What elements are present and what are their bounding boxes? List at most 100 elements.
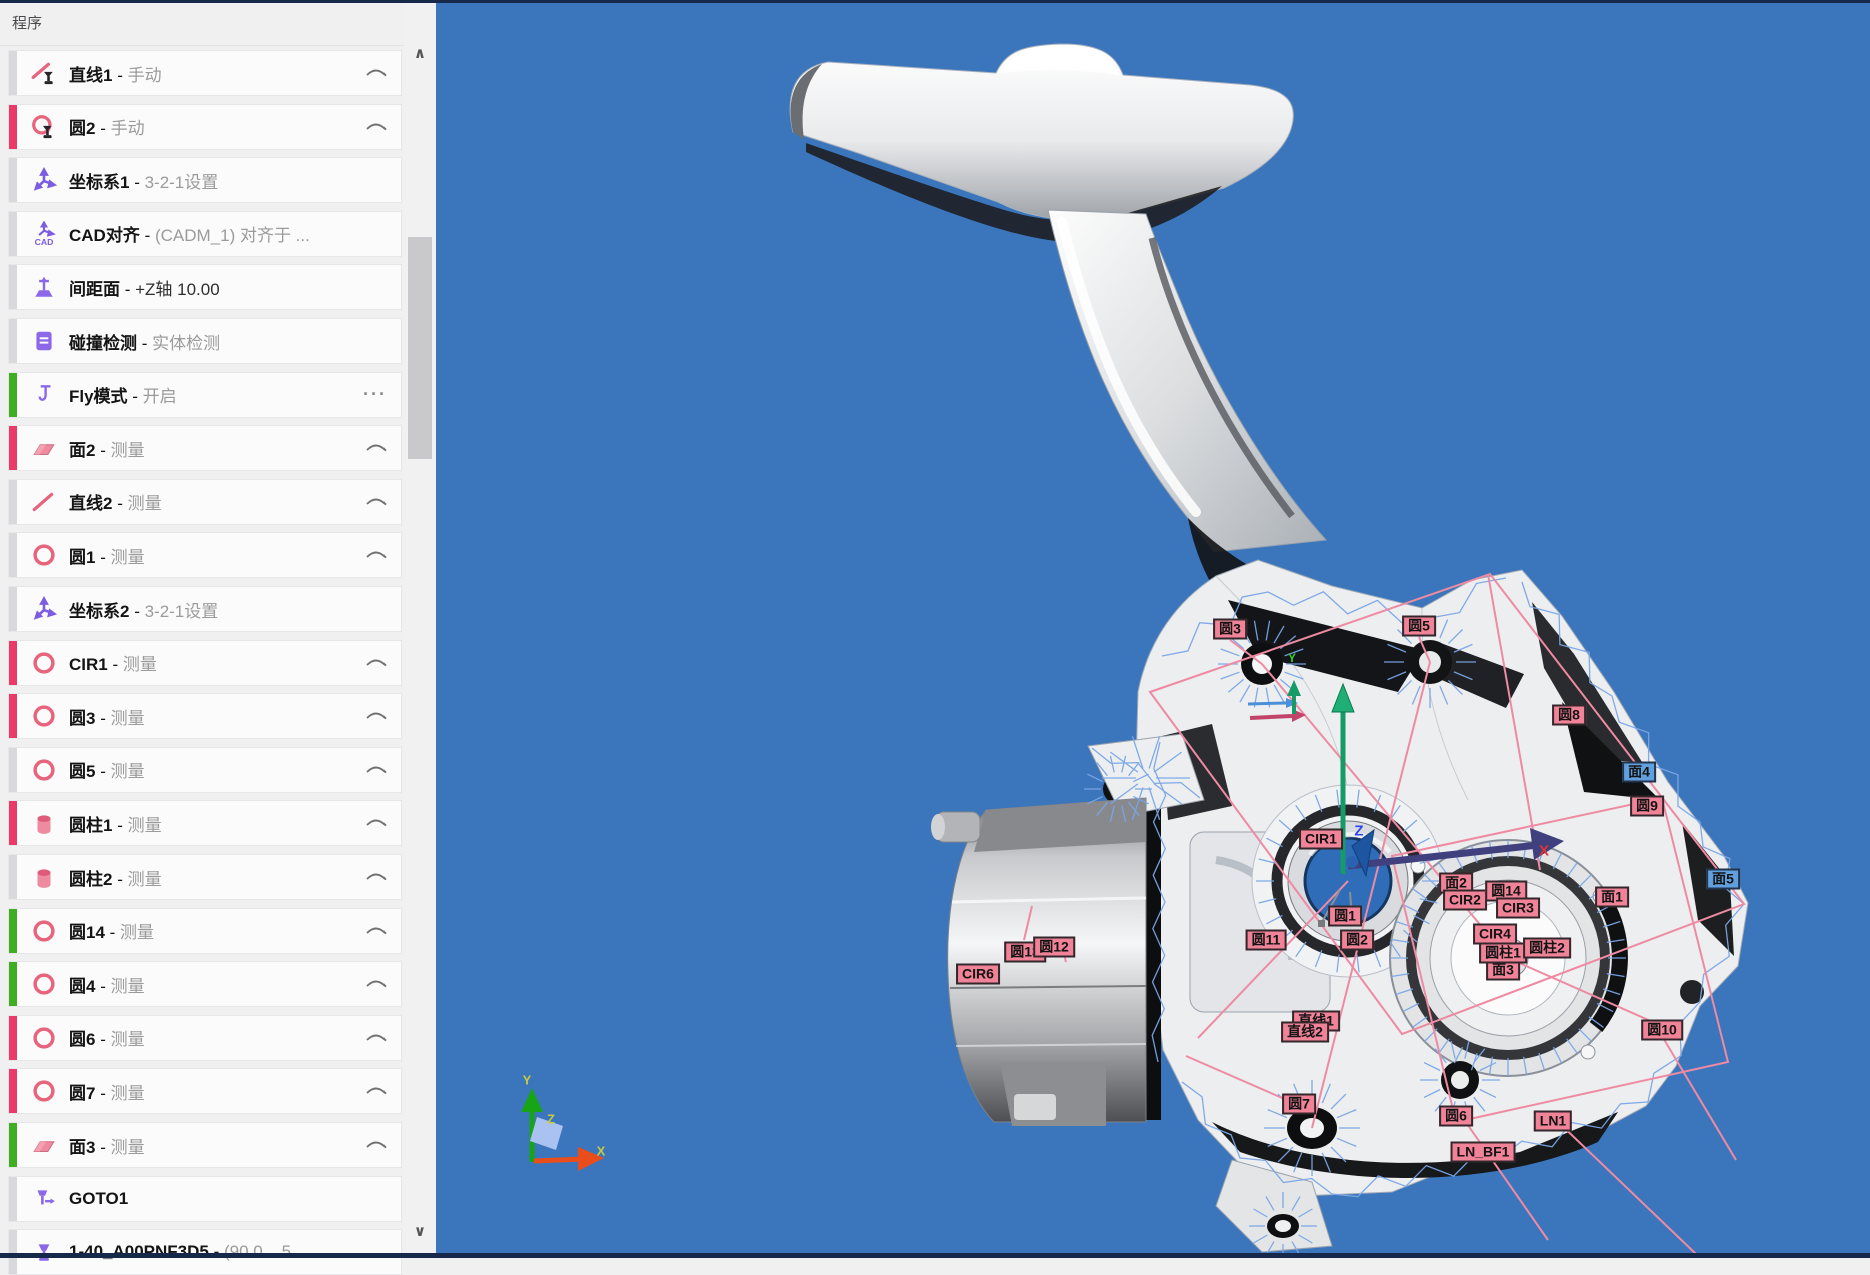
program-step[interactable]: 圆柱1 - 测量 [8, 800, 402, 846]
circle-icon [31, 1078, 57, 1104]
status-accent-bar [9, 373, 17, 417]
feature-label[interactable]: 圆12 [1033, 937, 1075, 958]
program-step[interactable]: Fly模式 - 开启 ··· [8, 372, 402, 418]
scrollbar-thumb[interactable] [408, 237, 432, 459]
program-step[interactable]: 圆14 - 测量 [8, 908, 402, 954]
status-accent-bar [9, 855, 17, 899]
program-step[interactable]: CAD对齐 - (CADM_1) 对齐于 ... [8, 211, 402, 257]
program-step[interactable]: 圆1 - 测量 [8, 532, 402, 578]
status-accent-bar [9, 801, 17, 845]
program-step[interactable]: 间距面 - +Z轴 10.00 [8, 264, 402, 310]
visibility-icon[interactable] [365, 922, 387, 940]
feature-label[interactable]: 圆2 [1340, 930, 1374, 951]
status-accent-bar [9, 1123, 17, 1167]
cylinder-icon [31, 864, 57, 890]
status-accent-bar [9, 587, 17, 631]
program-step[interactable]: CIR1 - 测量 [8, 640, 402, 686]
csys-icon [31, 596, 57, 622]
program-step[interactable]: 坐标系2 - 3-2-1设置 [8, 586, 402, 632]
feature-label[interactable]: 直线2 [1281, 1022, 1329, 1043]
feature-label[interactable]: 面4 [1622, 762, 1656, 783]
scrollbar[interactable]: ∧ ∨ [404, 3, 436, 1253]
status-accent-bar [9, 533, 17, 577]
visibility-icon[interactable] [365, 707, 387, 725]
csys-icon [31, 167, 57, 193]
scroll-up-icon[interactable]: ∧ [404, 39, 436, 69]
visibility-icon[interactable] [365, 868, 387, 886]
visibility-icon[interactable] [365, 64, 387, 82]
visibility-icon[interactable] [365, 1082, 387, 1100]
status-accent-bar [9, 319, 17, 363]
status-accent-bar [9, 426, 17, 470]
feature-label[interactable]: 圆5 [1402, 616, 1436, 637]
window-frame-top [0, 0, 1870, 3]
circle-probe-icon [31, 114, 57, 140]
status-accent-bar [9, 212, 17, 256]
feature-label[interactable]: 圆1 [1328, 906, 1362, 927]
viewport-3d[interactable] [436, 3, 1870, 1253]
visibility-icon[interactable] [365, 118, 387, 136]
program-step[interactable]: 圆7 - 测量 [8, 1068, 402, 1114]
visibility-icon[interactable] [365, 1029, 387, 1047]
program-step[interactable]: 圆2 - 手动 [8, 104, 402, 150]
feature-label[interactable]: 圆7 [1282, 1094, 1316, 1115]
feature-label[interactable]: CIR1 [1299, 829, 1343, 850]
visibility-icon[interactable] [365, 1136, 387, 1154]
status-accent-bar [9, 1016, 17, 1060]
feature-label[interactable]: 圆柱2 [1523, 938, 1571, 959]
feature-label[interactable]: CIR3 [1496, 898, 1540, 919]
status-accent-bar [9, 158, 17, 202]
visibility-icon[interactable] [365, 761, 387, 779]
feature-label[interactable]: 圆6 [1439, 1106, 1473, 1127]
feature-label[interactable]: 圆9 [1630, 796, 1664, 817]
program-step[interactable]: 圆6 - 测量 [8, 1015, 402, 1061]
circle-icon [31, 971, 57, 997]
goto-icon [31, 1186, 57, 1212]
feature-label[interactable]: 圆10 [1641, 1020, 1683, 1041]
program-step[interactable]: GOTO1 [8, 1176, 402, 1222]
program-step[interactable]: 直线1 - 手动 [8, 50, 402, 96]
cylinder-icon [31, 810, 57, 836]
status-accent-bar [9, 51, 17, 95]
program-step[interactable]: 圆柱2 - 测量 [8, 854, 402, 900]
feature-label[interactable]: 圆3 [1213, 619, 1247, 640]
feature-label[interactable]: 圆8 [1552, 705, 1586, 726]
scroll-down-icon[interactable]: ∨ [404, 1217, 436, 1247]
feature-label[interactable]: 圆11 [1246, 930, 1287, 951]
circle-icon [31, 542, 57, 568]
line-probe-icon [31, 60, 57, 86]
collision-doc-icon [31, 328, 57, 354]
feature-label[interactable]: CIR2 [1443, 890, 1487, 911]
feature-label[interactable]: 面1 [1595, 887, 1629, 908]
visibility-icon[interactable] [365, 493, 387, 511]
status-accent-bar [9, 265, 17, 309]
status-accent-bar [9, 909, 17, 953]
circle-icon [31, 703, 57, 729]
cad-align-icon [31, 221, 57, 247]
program-step[interactable]: 直线2 - 测量 [8, 479, 402, 525]
visibility-icon[interactable] [365, 975, 387, 993]
more-options-icon[interactable]: ··· [363, 384, 387, 405]
circle-icon [31, 650, 57, 676]
program-step-list: 直线1 - 手动 圆2 - 手动 坐标系1 - 3-2-1设置 CAD对齐 - … [8, 3, 402, 1253]
feature-label[interactable]: LN_BF1 [1451, 1142, 1516, 1163]
window-frame-bottom [0, 1253, 1870, 1258]
program-step[interactable]: 圆4 - 测量 [8, 961, 402, 1007]
feature-label[interactable]: 面5 [1706, 869, 1740, 890]
visibility-icon[interactable] [365, 439, 387, 457]
feature-label[interactable]: LN1 [1534, 1111, 1572, 1132]
circle-icon [31, 1025, 57, 1051]
program-step[interactable]: 圆5 - 测量 [8, 747, 402, 793]
program-step[interactable]: 圆3 - 测量 [8, 693, 402, 739]
visibility-icon[interactable] [365, 814, 387, 832]
feature-label[interactable]: CIR6 [956, 964, 1000, 985]
program-step[interactable]: 碰撞检测 - 实体检测 [8, 318, 402, 364]
visibility-icon[interactable] [365, 654, 387, 672]
feature-label[interactable]: 圆柱1 [1479, 943, 1527, 964]
status-accent-bar [9, 105, 17, 149]
feature-label[interactable]: CIR4 [1473, 924, 1517, 945]
visibility-icon[interactable] [365, 546, 387, 564]
program-step[interactable]: 面2 - 测量 [8, 425, 402, 471]
program-step[interactable]: 坐标系1 - 3-2-1设置 [8, 157, 402, 203]
program-step[interactable]: 面3 - 测量 [8, 1122, 402, 1168]
